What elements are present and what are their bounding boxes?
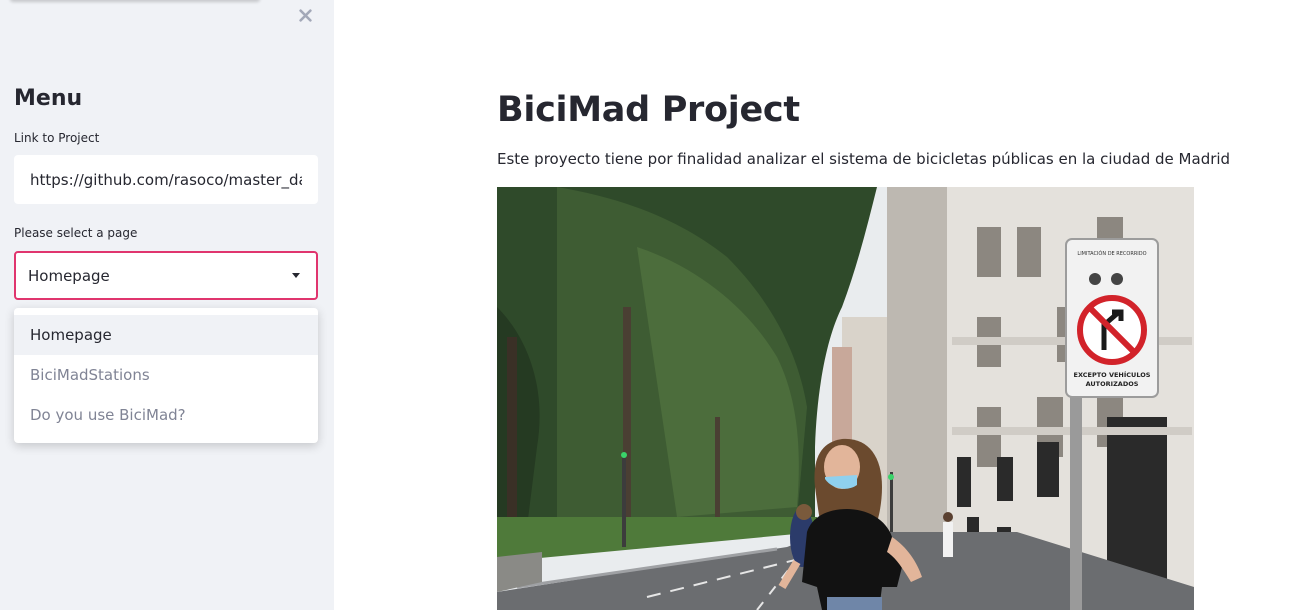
page-title: BiciMad Project [497, 90, 800, 130]
close-icon [298, 8, 312, 22]
page-select[interactable]: Homepage [14, 251, 318, 300]
project-link-input[interactable] [14, 155, 318, 204]
page-select-dropdown: Homepage BiciMadStations Do you use Bici… [14, 308, 318, 443]
page-select-label: Please select a page [14, 226, 138, 240]
sign-bottom-text-2: AUTORIZADOS [1086, 380, 1139, 388]
hero-image: LIMITACIÓN DE RECORRIDO EXCEPTO VEHÍCULO… [497, 187, 1194, 610]
dropdown-option-homepage[interactable]: Homepage [14, 315, 318, 355]
main-content: BiciMad Project Este proyecto tiene por … [334, 0, 1294, 610]
close-sidebar-button[interactable] [294, 4, 316, 26]
caret-down-icon [292, 273, 300, 278]
link-field-label: Link to Project [14, 131, 100, 145]
page-select-value: Homepage [28, 267, 110, 285]
sidebar: Menu Link to Project Please select a pag… [0, 0, 334, 610]
page-subtitle: Este proyecto tiene por finalidad analiz… [497, 150, 1231, 168]
dropdown-option-bicimadstations[interactable]: BiciMadStations [14, 355, 318, 395]
sidebar-title: Menu [14, 86, 83, 111]
dropdown-option-do-you-use-bicimad[interactable]: Do you use BiciMad? [14, 395, 318, 435]
sign-top-text: LIMITACIÓN DE RECORRIDO [1077, 250, 1146, 257]
sign-bottom-text-1: EXCEPTO VEHÍCULOS [1074, 370, 1151, 379]
